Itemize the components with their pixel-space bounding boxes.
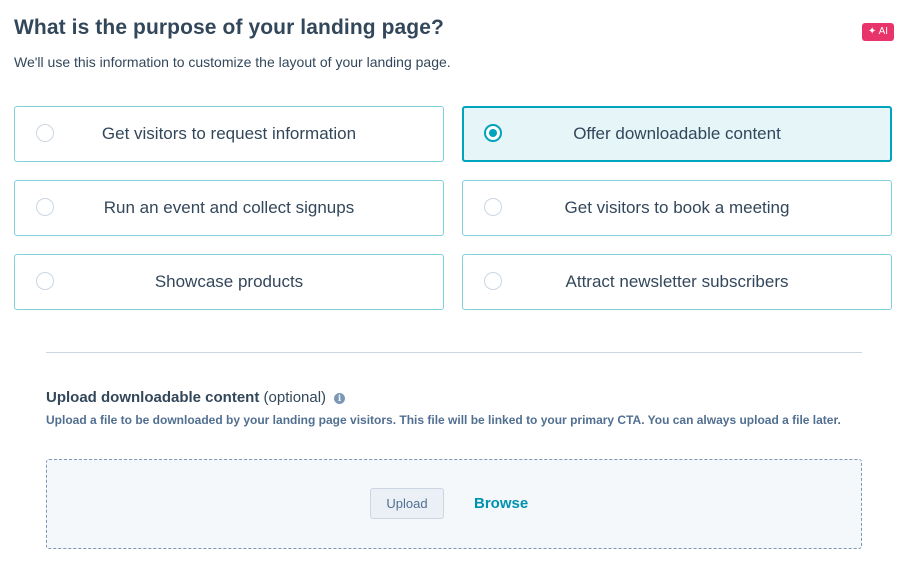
browse-link[interactable]: Browse: [474, 495, 528, 512]
upload-description: Upload a file to be downloaded by your l…: [46, 413, 841, 427]
section-divider: [46, 352, 862, 353]
page-title: What is the purpose of your landing page…: [14, 16, 444, 39]
option-label: Get visitors to book a meeting: [564, 198, 790, 217]
option-downloadable-content[interactable]: Offer downloadable content: [462, 106, 892, 162]
option-showcase-products[interactable]: Showcase products: [14, 254, 444, 310]
option-book-meeting[interactable]: Get visitors to book a meeting: [462, 180, 892, 236]
option-label: Attract newsletter subscribers: [565, 272, 789, 291]
upload-button[interactable]: Upload: [370, 488, 444, 519]
page-subtitle: We'll use this information to customize …: [14, 54, 451, 70]
option-label: Showcase products: [154, 272, 304, 291]
info-icon[interactable]: i: [334, 393, 346, 404]
optional-label: (optional): [259, 389, 327, 406]
option-newsletter-subscribers[interactable]: Attract newsletter subscribers: [462, 254, 892, 310]
option-request-information[interactable]: Get visitors to request information: [14, 106, 444, 162]
option-event-signups[interactable]: Run an event and collect signups: [14, 180, 444, 236]
option-label: Get visitors to request information: [101, 124, 357, 143]
option-label: Run an event and collect signups: [103, 198, 355, 217]
file-dropzone[interactable]: Upload Browse: [46, 459, 862, 549]
ai-badge[interactable]: ✦ AI: [862, 23, 894, 41]
option-label: Offer downloadable content: [573, 124, 781, 143]
upload-heading: Upload downloadable content (optional) i: [46, 389, 346, 406]
upload-heading-label: Upload downloadable content: [46, 389, 260, 406]
